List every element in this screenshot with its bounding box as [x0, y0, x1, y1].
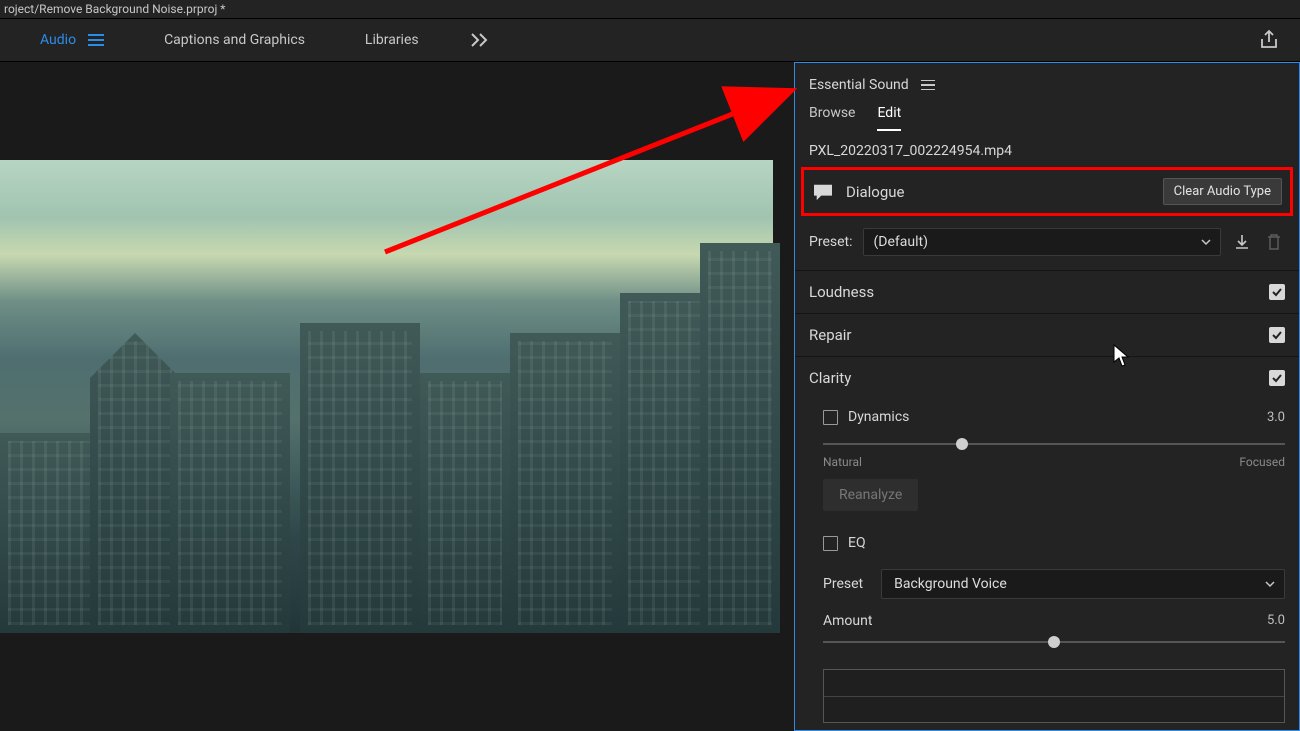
panel-tabs: Browse Edit — [795, 99, 1299, 131]
essential-sound-panel: Essential Sound Browse Edit PXL_20220317… — [794, 62, 1300, 731]
section-repair[interactable]: Repair — [795, 313, 1299, 356]
eq-label: EQ — [848, 535, 866, 551]
eq-preset-select[interactable]: Background Voice — [881, 569, 1285, 599]
slider-thumb[interactable] — [1048, 636, 1060, 648]
clear-audio-type-button[interactable]: Clear Audio Type — [1163, 178, 1282, 205]
panel-title: Essential Sound — [809, 77, 909, 93]
save-preset-button[interactable] — [1231, 231, 1253, 253]
audio-type-row: Dialogue Clear Audio Type — [801, 167, 1293, 216]
preset-row: Preset: (Default) — [795, 222, 1299, 270]
amount-value: 5.0 — [1267, 613, 1285, 629]
clarity-checkbox[interactable] — [1269, 370, 1285, 386]
dynamics-checkbox[interactable] — [823, 410, 838, 425]
repair-checkbox[interactable] — [1269, 327, 1285, 343]
workspace-bar: Audio Captions and Graphics Libraries — [0, 18, 1300, 62]
preset-select[interactable]: (Default) — [863, 228, 1222, 256]
dynamics-label: Dynamics — [848, 409, 909, 425]
amount-row: Amount 5.0 — [795, 603, 1299, 629]
title-bar: roject/Remove Background Noise.prproj * — [0, 0, 1300, 18]
chevron-down-icon — [1264, 578, 1276, 590]
amount-label: Amount — [823, 613, 872, 629]
dynamics-slider-labels: Natural Focused — [823, 455, 1285, 469]
share-button[interactable] — [1258, 29, 1280, 55]
trash-icon — [1266, 233, 1282, 251]
workspace-captions[interactable]: Captions and Graphics — [164, 32, 305, 48]
eq-checkbox[interactable] — [823, 536, 838, 551]
eq-preset-row: Preset Background Voice — [795, 561, 1299, 603]
download-icon — [1233, 233, 1251, 251]
panel-header: Essential Sound — [795, 63, 1299, 99]
reanalyze-button: Reanalyze — [823, 479, 918, 511]
preset-label: Preset: — [809, 234, 853, 250]
tab-edit[interactable]: Edit — [877, 105, 901, 131]
clip-name: PXL_20220317_002224954.mp4 — [795, 131, 1299, 167]
slider-thumb[interactable] — [956, 438, 968, 450]
panel-menu-icon[interactable] — [921, 80, 935, 91]
program-monitor — [0, 62, 794, 731]
workspace-audio[interactable]: Audio — [40, 32, 104, 48]
audio-type-label: Dialogue — [846, 183, 1151, 201]
dynamics-row: Dynamics 3.0 — [823, 403, 1285, 431]
preview-frame — [0, 160, 773, 633]
loudness-checkbox[interactable] — [1269, 284, 1285, 300]
chevron-down-icon — [1200, 236, 1212, 248]
dialogue-icon — [812, 183, 834, 201]
preset-value: (Default) — [874, 234, 928, 250]
eq-graph[interactable] — [823, 669, 1285, 723]
clarity-label: Clarity — [809, 369, 851, 387]
tab-browse[interactable]: Browse — [809, 105, 855, 131]
loudness-label: Loudness — [809, 283, 874, 301]
dynamics-value: 3.0 — [1267, 410, 1285, 425]
eq-preset-label: Preset — [823, 576, 863, 592]
repair-label: Repair — [809, 326, 852, 344]
amount-slider[interactable] — [823, 633, 1285, 651]
workspace-audio-label: Audio — [40, 32, 76, 48]
workspace-libraries-label: Libraries — [365, 32, 419, 48]
share-icon — [1258, 29, 1280, 51]
dynamics-slider[interactable] — [823, 435, 1285, 453]
eq-row: EQ — [823, 529, 1285, 557]
section-clarity[interactable]: Clarity — [795, 356, 1299, 399]
workspace-overflow[interactable] — [471, 33, 489, 47]
workspace-menu-icon[interactable] — [88, 34, 104, 46]
chevron-double-right-icon — [471, 33, 489, 47]
project-path: roject/Remove Background Noise.prproj * — [4, 2, 225, 16]
eq-preset-value: Background Voice — [894, 576, 1007, 592]
delete-preset-button — [1263, 231, 1285, 253]
workspace-captions-label: Captions and Graphics — [164, 32, 305, 48]
workspace-libraries[interactable]: Libraries — [365, 32, 419, 48]
section-loudness[interactable]: Loudness — [795, 270, 1299, 313]
